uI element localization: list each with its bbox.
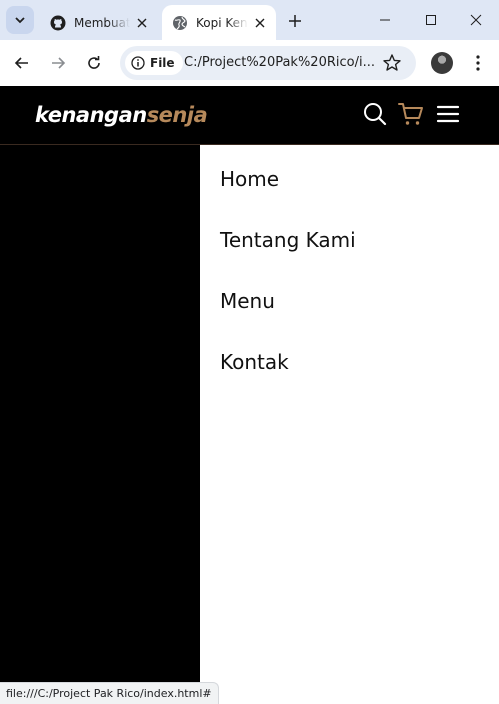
tab-strip: Membuat Website dengan HTML Kopi Kenanga… xyxy=(0,0,499,40)
close-icon xyxy=(470,14,482,26)
hamburger-icon[interactable] xyxy=(435,101,461,127)
browser-tab-active[interactable]: Kopi Kenangan Senja xyxy=(162,5,276,40)
page-viewport: kenangansenja Home Tentang Kami Menu Kon… xyxy=(0,86,499,704)
search-icon[interactable] xyxy=(362,101,388,127)
back-button[interactable] xyxy=(8,49,36,77)
logo-part-2: senja xyxy=(146,103,208,127)
forward-button[interactable] xyxy=(44,49,72,77)
star-icon[interactable] xyxy=(382,53,402,73)
minimize-button[interactable] xyxy=(362,0,408,40)
globe-icon xyxy=(172,15,188,31)
nav-link-menu[interactable]: Menu xyxy=(220,289,275,313)
nav-link-kontak[interactable]: Kontak xyxy=(220,350,289,374)
site-info-chip[interactable]: File xyxy=(125,51,183,75)
browser-menu-button[interactable] xyxy=(466,51,490,75)
kebab-icon xyxy=(476,55,480,71)
chevron-down-icon xyxy=(15,17,25,24)
close-icon[interactable] xyxy=(252,15,268,31)
close-icon[interactable] xyxy=(134,15,150,31)
tab-search-button[interactable] xyxy=(6,6,34,34)
maximize-icon xyxy=(426,15,436,25)
browser-tab-github[interactable]: Membuat Website dengan HTML xyxy=(40,5,158,40)
reload-button[interactable] xyxy=(80,49,108,77)
site-logo[interactable]: kenangansenja xyxy=(35,103,208,127)
profile-avatar[interactable] xyxy=(431,52,453,74)
logo-part-1: kenangan xyxy=(35,103,147,127)
chip-label: File xyxy=(150,56,175,70)
reload-icon xyxy=(88,56,100,69)
plus-icon xyxy=(289,15,301,27)
url-text[interactable]: C:/Project%20Pak%20Rico/i... xyxy=(184,55,375,70)
back-icon xyxy=(14,57,28,69)
new-tab-button[interactable] xyxy=(284,10,306,32)
status-bar: file:///C:/Project Pak Rico/index.html# xyxy=(0,682,219,704)
forward-icon xyxy=(52,57,66,69)
tab-title: Kopi Kenangan Senja xyxy=(196,15,248,30)
site-navbar: kenangansenja xyxy=(0,86,499,145)
nav-link-home[interactable]: Home xyxy=(220,167,279,191)
minimize-icon xyxy=(380,19,390,21)
window-close-button[interactable] xyxy=(453,0,499,40)
browser-toolbar: File C:/Project%20Pak%20Rico/i... xyxy=(0,40,499,86)
nav-drawer: Home Tentang Kami Menu Kontak xyxy=(200,145,499,704)
nav-link-tentang-kami[interactable]: Tentang Kami xyxy=(220,228,356,252)
address-bar[interactable]: File C:/Project%20Pak%20Rico/i... xyxy=(120,46,416,80)
tab-title: Membuat Website dengan HTML xyxy=(74,15,130,30)
maximize-button[interactable] xyxy=(408,0,454,40)
info-icon xyxy=(131,56,145,70)
github-icon xyxy=(50,15,66,31)
cart-icon[interactable] xyxy=(398,101,424,127)
